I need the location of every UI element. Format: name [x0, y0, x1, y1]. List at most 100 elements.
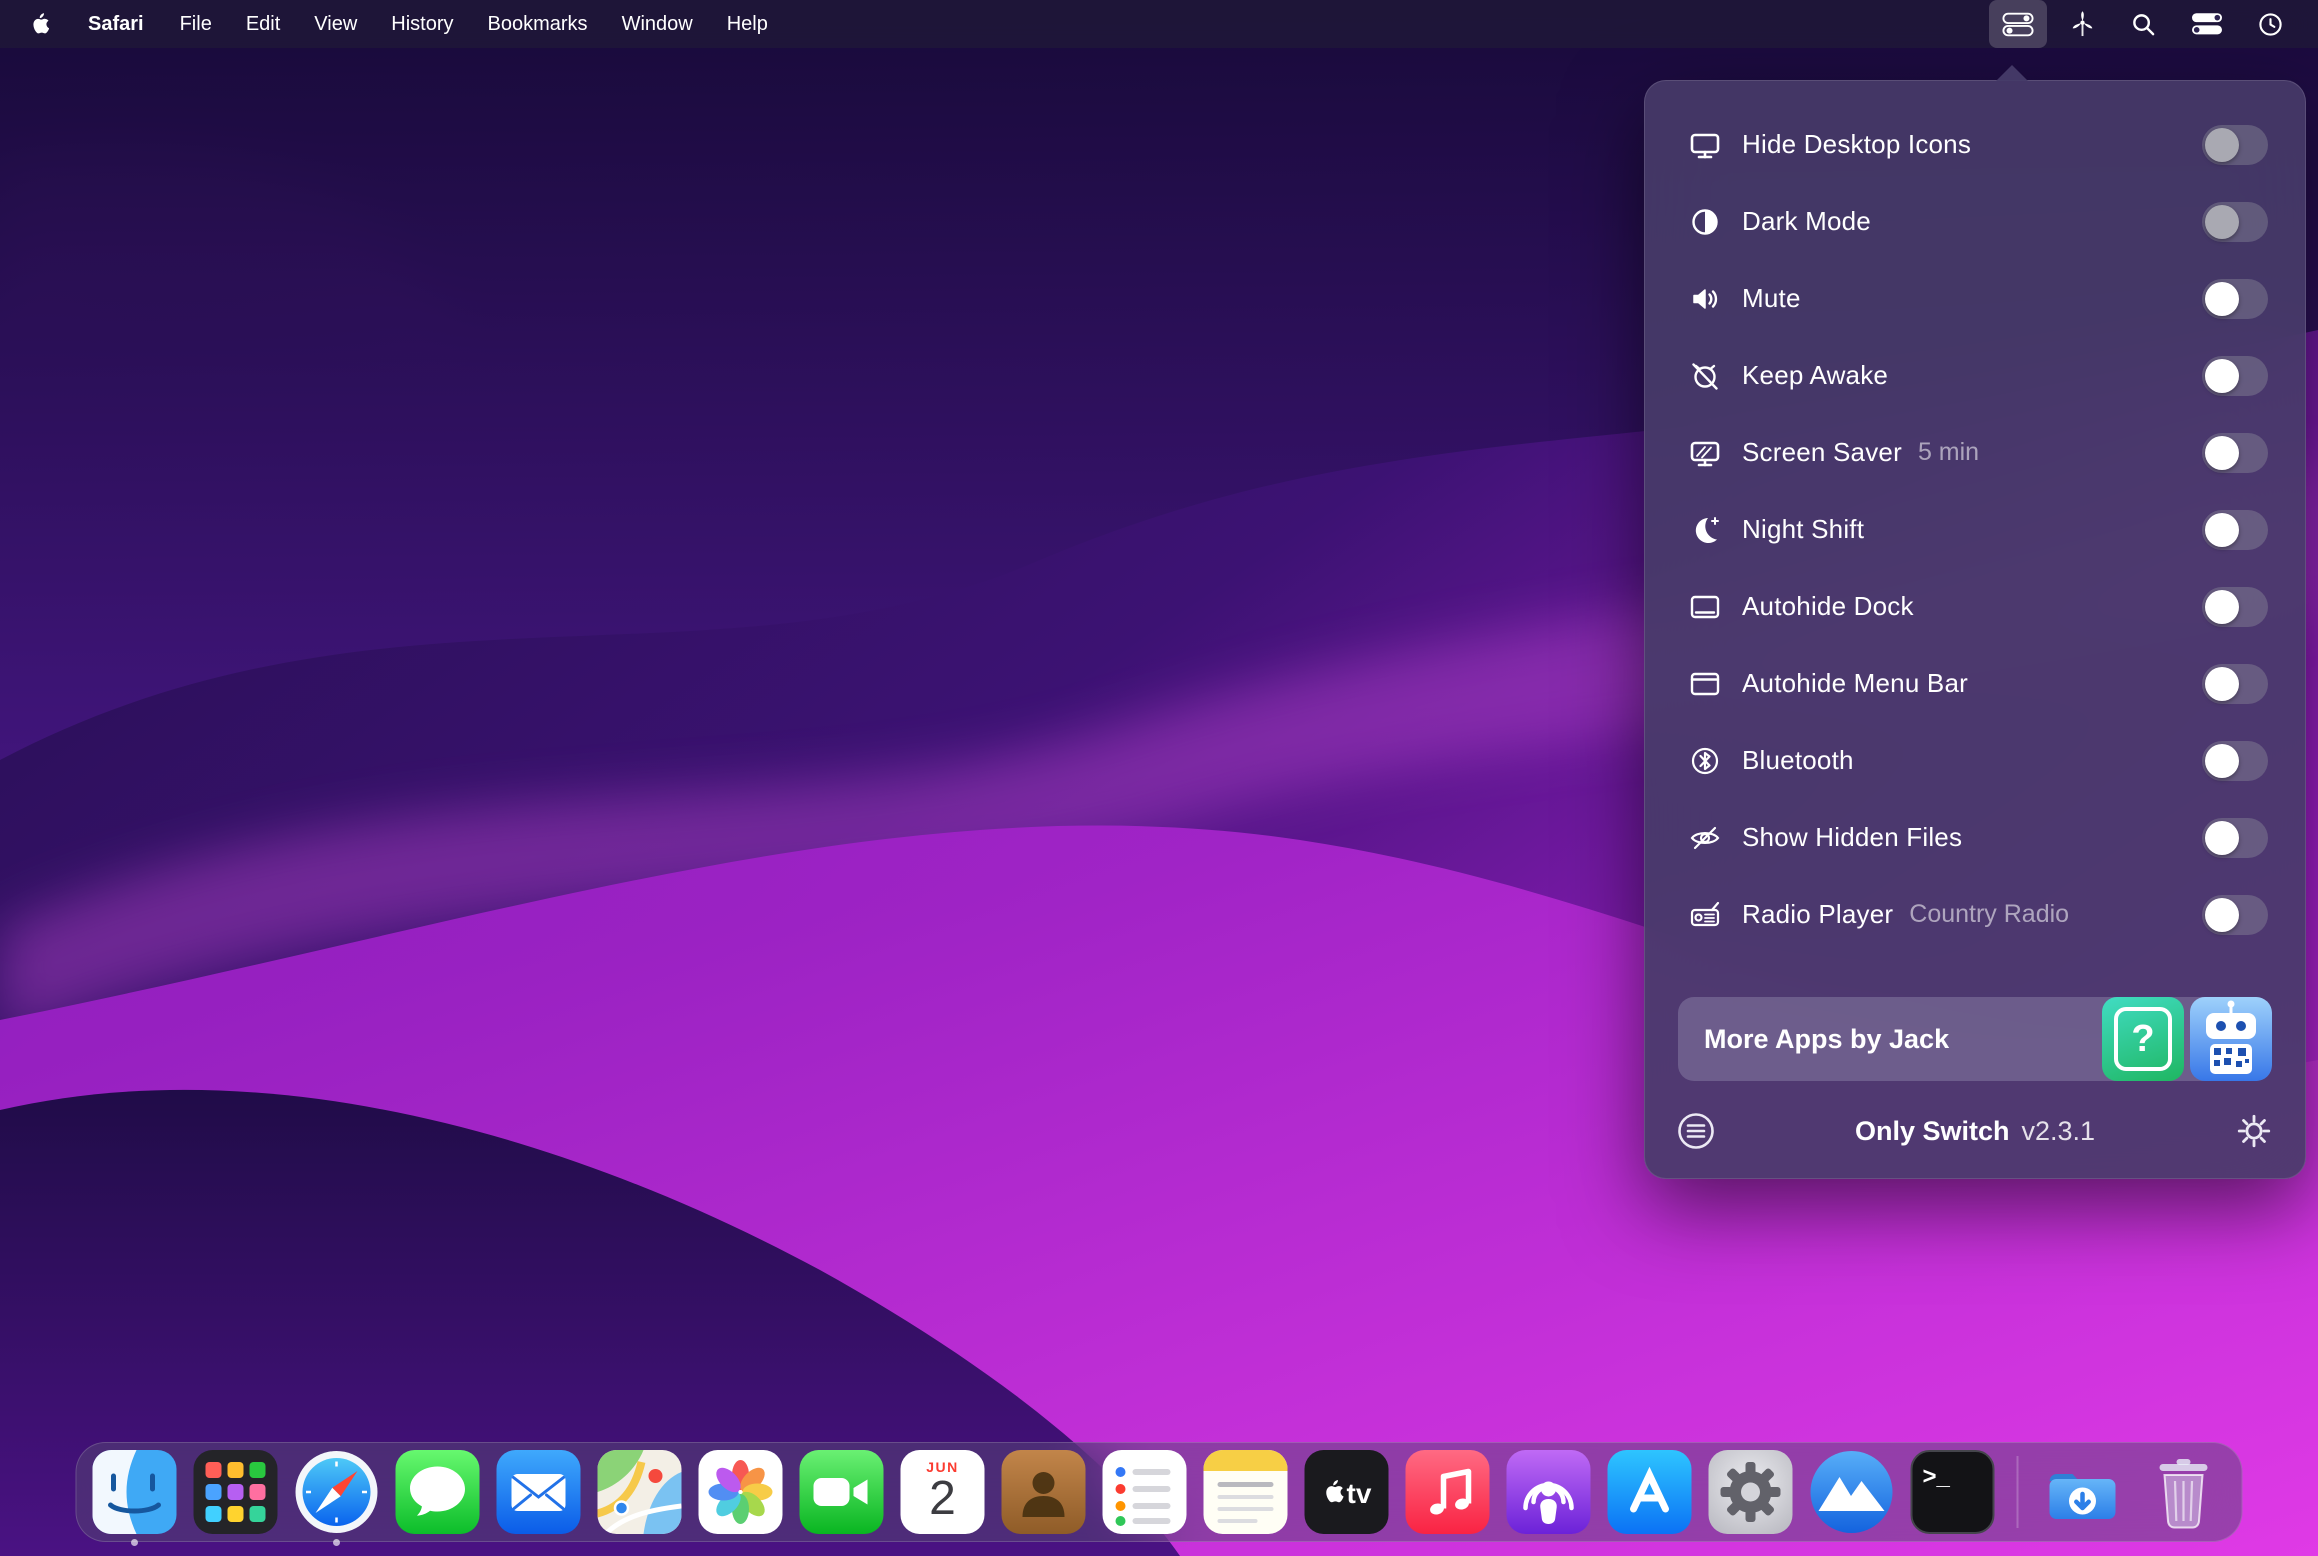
terminal-dock-icon[interactable]: >_ [1911, 1450, 1995, 1534]
photos-dock-icon[interactable] [699, 1450, 783, 1534]
menu-file[interactable]: File [163, 0, 229, 48]
dock-icon [1682, 589, 1728, 625]
finder-dock-icon[interactable] [93, 1450, 177, 1534]
panel-item-label: Autohide Menu Bar [1742, 668, 1968, 699]
panel-item-screen-saver: Screen Saver 5 min [1644, 414, 2306, 491]
panel-item-keep-awake: Keep Awake [1644, 337, 2306, 414]
calendar-dock-icon[interactable]: JUN2 [901, 1450, 985, 1534]
toggle-knob [2205, 436, 2239, 470]
autohide-menu-bar-toggle[interactable] [2202, 664, 2268, 704]
podcasts-dock-icon[interactable] [1507, 1450, 1591, 1534]
app-name: Only Switch [1855, 1116, 2010, 1146]
hamburger-menu-button[interactable] [1674, 1111, 1718, 1151]
dock-separator [2017, 1456, 2019, 1528]
notes-dock-icon[interactable] [1204, 1450, 1288, 1534]
svg-text:2: 2 [929, 1472, 956, 1525]
reminders-dock-icon[interactable] [1103, 1450, 1187, 1534]
toggle-knob [2205, 282, 2239, 316]
night-shift-icon [1682, 512, 1728, 548]
panel-item-label: Radio Player [1742, 899, 1893, 930]
apple-tv-dock-icon[interactable]: tv [1305, 1450, 1389, 1534]
trash-dock-icon[interactable] [2142, 1450, 2226, 1534]
panel-item-value: Country Radio [1909, 900, 2069, 929]
toggle-knob [2205, 898, 2239, 932]
menu-bookmarks[interactable]: Bookmarks [471, 0, 605, 48]
panel-item-dark-mode: Dark Mode [1644, 183, 2306, 260]
clock-icon[interactable] [2245, 0, 2296, 48]
panel-item-autohide-menu-bar: Autohide Menu Bar [1644, 645, 2306, 722]
panel-item-autohide-dock: Autohide Dock [1644, 568, 2306, 645]
dark-mode-toggle[interactable] [2202, 202, 2268, 242]
desktop: Safari File Edit View History Bookmarks … [0, 0, 2318, 1556]
alarm-off-icon [1682, 358, 1728, 394]
safari-dock-icon[interactable] [295, 1450, 379, 1534]
turbine-icon[interactable] [2057, 0, 2108, 48]
contacts-dock-icon[interactable] [1002, 1450, 1086, 1534]
autohide-dock-toggle[interactable] [2202, 587, 2268, 627]
bluetooth-icon [1682, 743, 1728, 779]
svg-text:>_: >_ [1923, 1463, 1951, 1490]
panel-item-value: 5 min [1918, 438, 1979, 467]
robot-qr-icon [2190, 997, 2272, 1081]
hide-desktop-icons-toggle[interactable] [2202, 125, 2268, 165]
only-switch-menu-icon[interactable] [1989, 0, 2047, 48]
mute-toggle[interactable] [2202, 279, 2268, 319]
radio-player-toggle[interactable] [2202, 895, 2268, 935]
toggle-knob [2205, 128, 2239, 162]
show-hidden-files-toggle[interactable] [2202, 818, 2268, 858]
panel-item-radio-player: Radio Player Country Radio [1644, 876, 2306, 953]
dark-mode-icon [1682, 204, 1728, 240]
mail-dock-icon[interactable] [497, 1450, 581, 1534]
panel-item-label: Screen Saver [1742, 437, 1902, 468]
music-dock-icon[interactable] [1406, 1450, 1490, 1534]
app-title: Only Switchv2.3.1 [1718, 1116, 2232, 1147]
panel-footer: Only Switchv2.3.1 [1644, 1101, 2306, 1161]
help-question-button[interactable]: ? [2102, 997, 2184, 1081]
night-shift-toggle[interactable] [2202, 510, 2268, 550]
menu-bar-icon [1682, 666, 1728, 702]
more-apps-banner[interactable]: More Apps by Jack ? [1678, 997, 2272, 1081]
messages-dock-icon[interactable] [396, 1450, 480, 1534]
screen-saver-toggle[interactable] [2202, 433, 2268, 473]
menu-window[interactable]: Window [605, 0, 710, 48]
keep-awake-toggle[interactable] [2202, 356, 2268, 396]
hamburger-icon [1676, 1111, 1716, 1151]
toggle-knob [2205, 205, 2239, 239]
downloads-dock-icon[interactable] [2041, 1450, 2125, 1534]
toggle-knob [2205, 744, 2239, 778]
apple-logo-icon [30, 13, 49, 35]
menu-bar: Safari File Edit View History Bookmarks … [0, 0, 2318, 48]
menu-history[interactable]: History [374, 0, 470, 48]
radio-icon [1682, 897, 1728, 933]
menu-view[interactable]: View [297, 0, 374, 48]
system-preferences-dock-icon[interactable] [1709, 1450, 1793, 1534]
question-mark-icon: ? [2114, 1007, 2171, 1071]
bluetooth-toggle[interactable] [2202, 741, 2268, 781]
panel-item-label: Hide Desktop Icons [1742, 129, 1971, 160]
more-apps-tiles: ? [2102, 997, 2272, 1081]
settings-button[interactable] [2232, 1112, 2276, 1150]
blue-mountain-app-dock-icon[interactable] [1810, 1450, 1894, 1534]
eye-slash-icon [1682, 820, 1728, 856]
panel-item-label: Bluetooth [1742, 745, 1854, 776]
spotlight-search-icon[interactable] [2118, 0, 2169, 48]
menu-edit[interactable]: Edit [229, 0, 297, 48]
panel-item-label: Mute [1742, 283, 1801, 314]
only-switch-panel: Hide Desktop Icons Dark Mode Mute Keep A… [1644, 80, 2306, 1179]
panel-item-label: Keep Awake [1742, 360, 1888, 391]
panel-item-label: Show Hidden Files [1742, 822, 1962, 853]
toggle-knob [2205, 359, 2239, 393]
app-store-dock-icon[interactable] [1608, 1450, 1692, 1534]
menu-help[interactable]: Help [710, 0, 785, 48]
toggle-knob [2205, 821, 2239, 855]
launchpad-dock-icon[interactable] [194, 1450, 278, 1534]
maps-dock-icon[interactable] [598, 1450, 682, 1534]
speaker-icon [1682, 281, 1728, 317]
control-center-icon[interactable] [2179, 0, 2235, 48]
panel-item-label: Night Shift [1742, 514, 1864, 545]
active-app-menu[interactable]: Safari [69, 0, 163, 48]
facetime-dock-icon[interactable] [800, 1450, 884, 1534]
robot-app-button[interactable] [2190, 997, 2272, 1081]
apple-menu[interactable] [0, 0, 69, 48]
dock: JUN2 tv >_ [76, 1442, 2243, 1542]
